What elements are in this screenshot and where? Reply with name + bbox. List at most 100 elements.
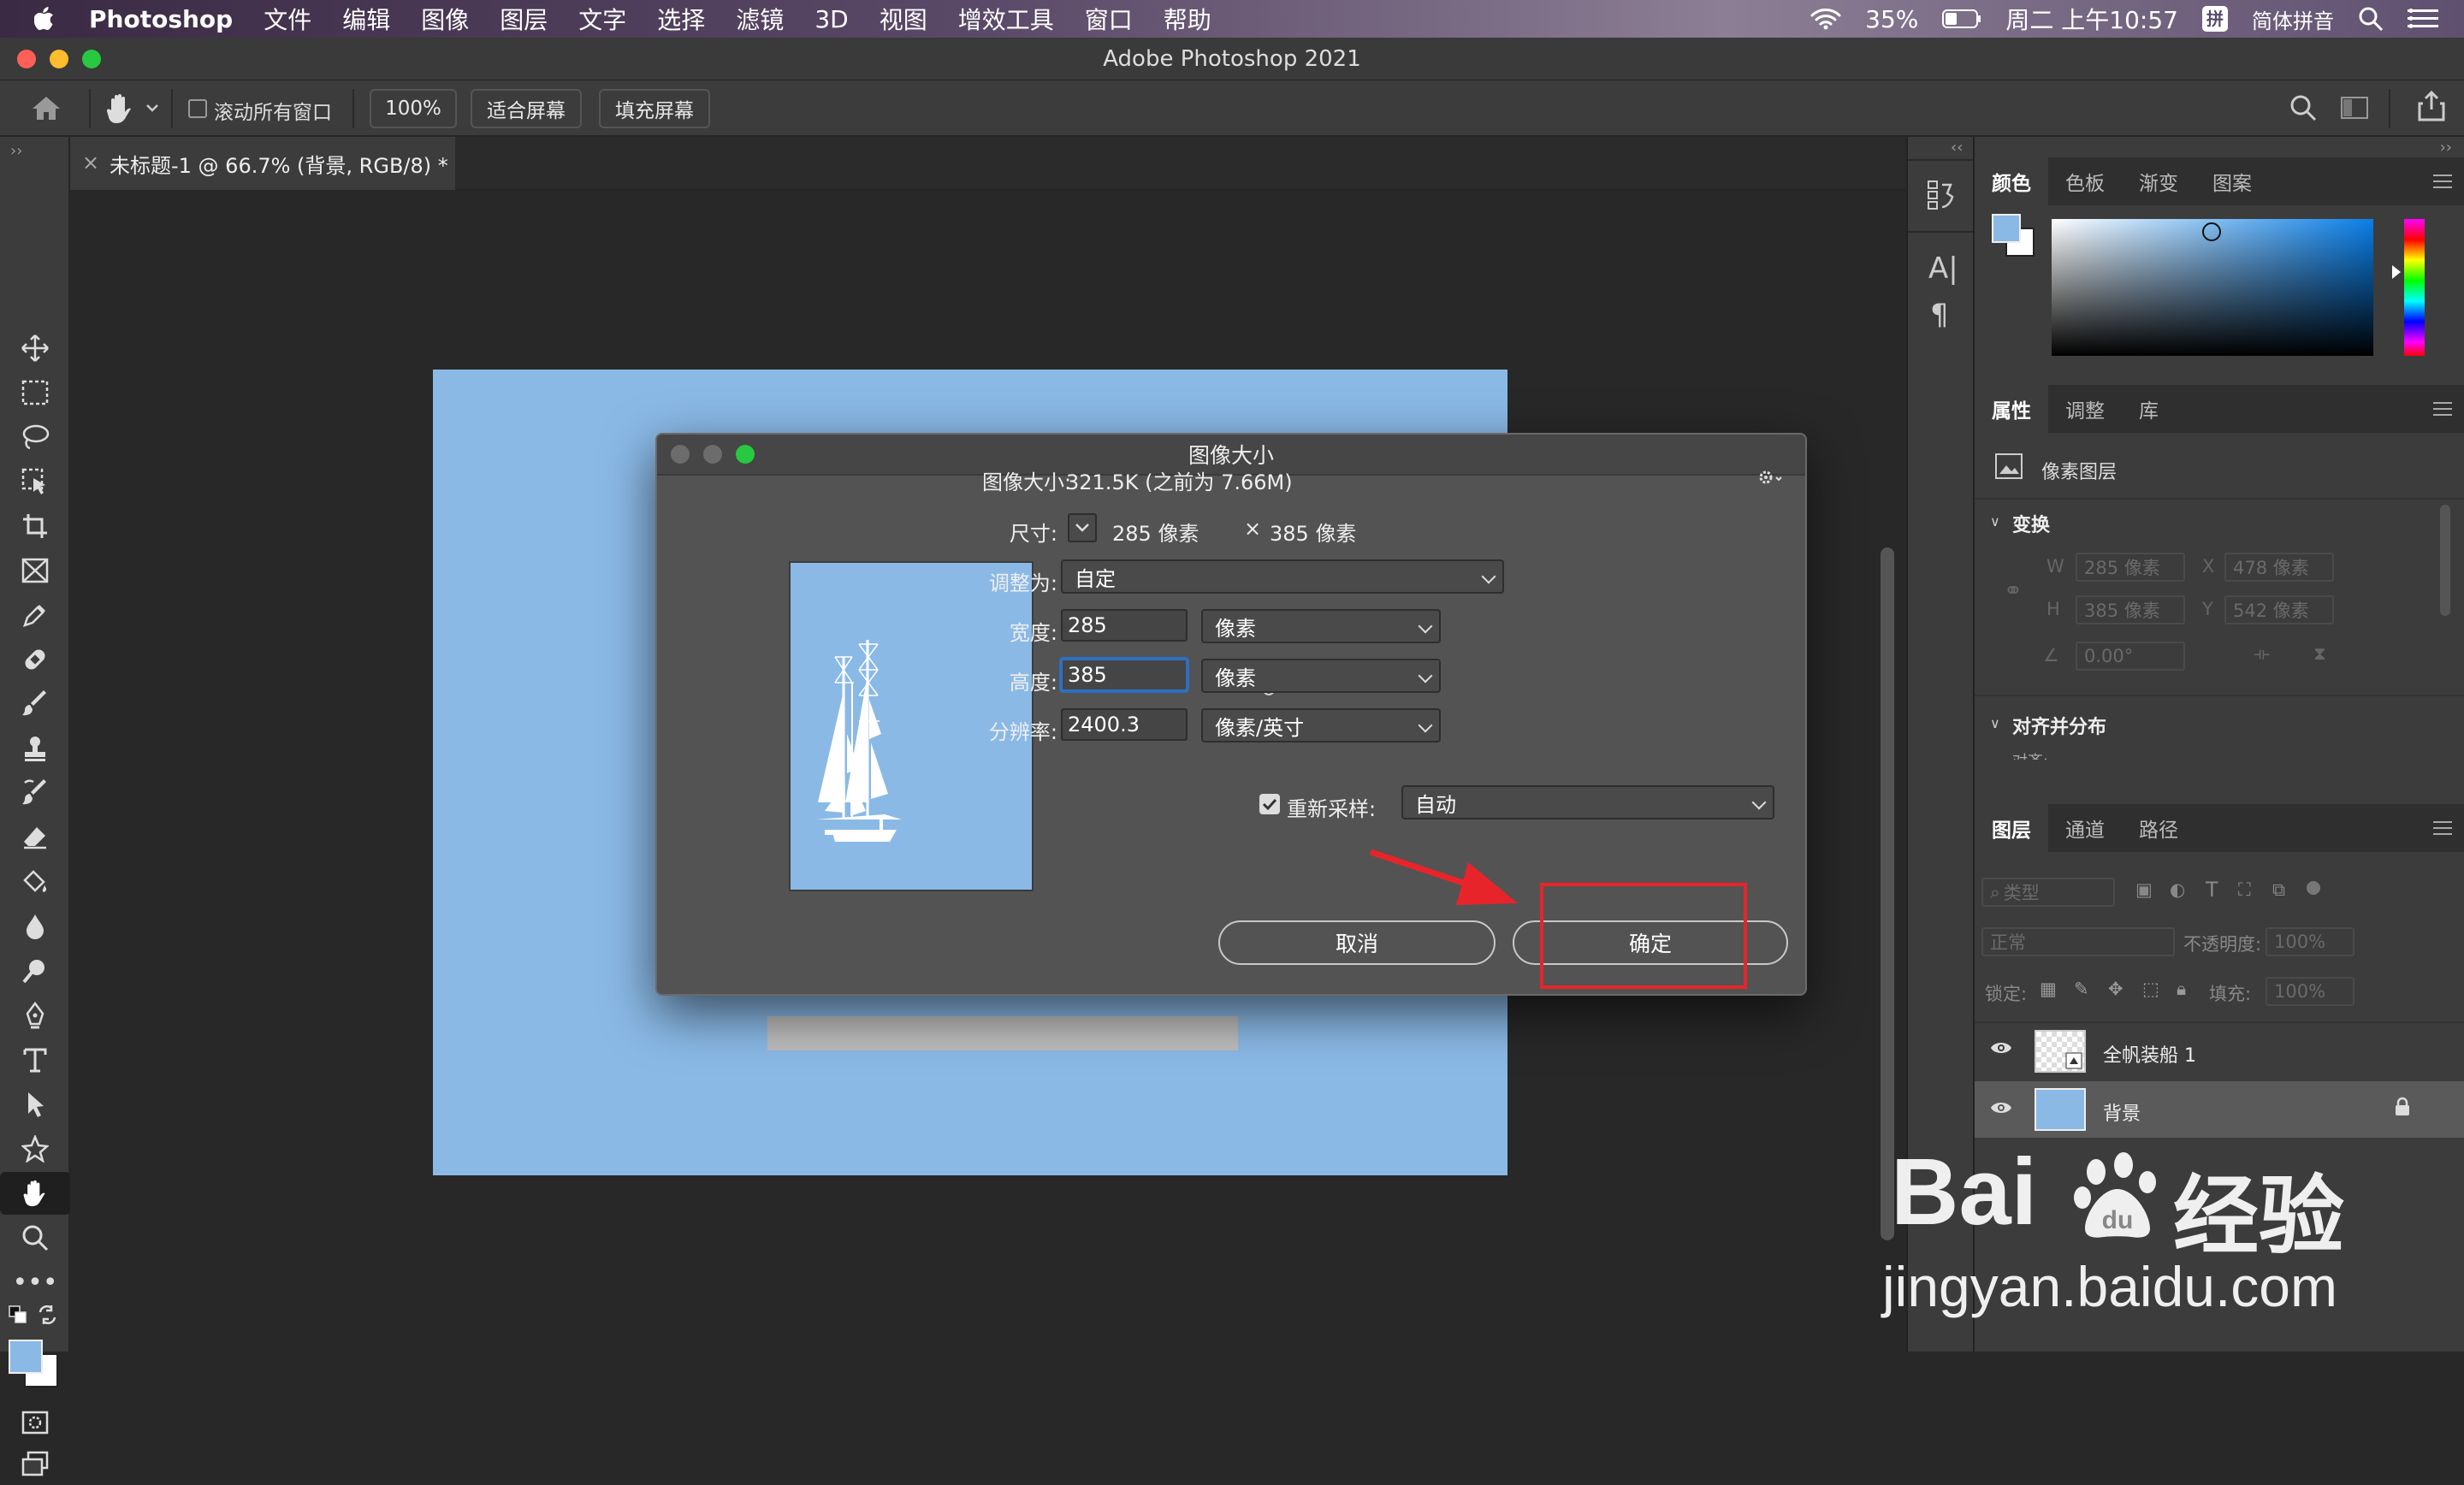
- lock-position-icon[interactable]: ✥: [2108, 979, 2123, 999]
- color-picker-field[interactable]: [2052, 219, 2373, 356]
- menu-layer[interactable]: 图层: [500, 2, 548, 36]
- document-tab[interactable]: × 未标题-1 @ 66.7% (背景, RGB/8) *: [70, 137, 455, 190]
- resample-checkbox[interactable]: [1259, 794, 1280, 814]
- input-method-label[interactable]: 简体拼音: [2252, 4, 2334, 34]
- color-picker-marker[interactable]: [2202, 222, 2221, 241]
- layer-name[interactable]: 背景: [2103, 1098, 2141, 1126]
- width-unit-dropdown[interactable]: 像素: [1201, 609, 1441, 643]
- type-tool-icon[interactable]: [0, 1038, 70, 1081]
- workspace-icon[interactable]: [2341, 96, 2368, 120]
- settings-gear-icon[interactable]: [1757, 469, 1783, 488]
- menu-select[interactable]: 选择: [657, 2, 705, 36]
- vertical-scrollbar[interactable]: [1881, 547, 1894, 1240]
- cancel-button[interactable]: 取消: [1218, 920, 1496, 965]
- transform-section-title[interactable]: 变换: [2012, 510, 2050, 537]
- filter-smart-object-icon[interactable]: ⧉: [2272, 879, 2285, 901]
- layers-panel-menu-icon[interactable]: [2433, 821, 2452, 835]
- move-tool-icon[interactable]: [0, 327, 70, 370]
- visibility-eye-icon[interactable]: [1990, 1040, 2012, 1056]
- fit-to-dropdown[interactable]: 自定: [1061, 559, 1504, 594]
- healing-brush-tool-icon[interactable]: [0, 638, 70, 681]
- zoom-window-button[interactable]: [82, 50, 101, 68]
- hand-tool-active-icon[interactable]: [0, 1172, 70, 1215]
- layer-name[interactable]: 全帆装船 1: [2103, 1040, 2196, 1068]
- history-panel-icon[interactable]: [1927, 178, 1956, 212]
- zoom-100-button[interactable]: 100%: [370, 89, 457, 128]
- control-center-icon[interactable]: [2408, 7, 2438, 31]
- fill-screen-button[interactable]: 填充屏幕: [599, 89, 710, 128]
- home-icon[interactable]: [31, 94, 62, 121]
- lock-artboard-icon[interactable]: ⬚: [2142, 979, 2159, 999]
- lasso-tool-icon[interactable]: [0, 416, 70, 459]
- panel-foreground-swatch[interactable]: [1992, 214, 2021, 243]
- share-icon[interactable]: [2418, 91, 2445, 121]
- tab-layers[interactable]: 图层: [1975, 804, 2048, 852]
- dodge-tool-icon[interactable]: [0, 950, 70, 992]
- shape-tool-icon[interactable]: [0, 1127, 70, 1170]
- flip-vertical-icon[interactable]: ⧗: [2313, 643, 2326, 665]
- paragraph-panel-icon[interactable]: ¶: [1930, 298, 1949, 332]
- eraser-tool-icon[interactable]: [0, 816, 70, 859]
- tab-paths[interactable]: 路径: [2122, 804, 2195, 852]
- close-window-button[interactable]: [17, 50, 36, 68]
- lock-all-icon[interactable]: 🔒︎: [2177, 979, 2186, 1000]
- screen-mode-icon[interactable]: [0, 1442, 70, 1485]
- flip-horizontal-icon[interactable]: ⟛: [2254, 643, 2270, 665]
- scroll-all-windows-checkbox[interactable]: [188, 99, 207, 118]
- properties-panel-menu-icon[interactable]: [2433, 402, 2452, 416]
- lock-transparent-icon[interactable]: ▦: [2040, 979, 2057, 999]
- menu-image[interactable]: 图像: [421, 2, 469, 36]
- menu-file[interactable]: 文件: [264, 2, 311, 36]
- menu-type[interactable]: 文字: [578, 2, 626, 36]
- blend-mode-dropdown[interactable]: 正常: [1981, 927, 2175, 956]
- w-input[interactable]: 285 像素: [2076, 553, 2185, 582]
- tab-patterns[interactable]: 图案: [2195, 157, 2269, 205]
- tab-swatches[interactable]: 色板: [2048, 157, 2122, 205]
- width-input[interactable]: 285: [1061, 609, 1188, 642]
- layer-filter-kind-dropdown[interactable]: ⌕ 类型: [1981, 878, 2115, 907]
- tab-color[interactable]: 颜色: [1975, 157, 2048, 205]
- dialog-minimize-button[interactable]: [703, 445, 722, 464]
- tab-channels[interactable]: 通道: [2048, 804, 2122, 852]
- link-dimensions-icon[interactable]: ⚭: [2004, 578, 2023, 604]
- filter-adjustment-icon[interactable]: ◐: [2170, 879, 2185, 900]
- tab-gradients[interactable]: 渐变: [2122, 157, 2195, 205]
- hand-tool-icon[interactable]: [104, 92, 135, 125]
- search-icon[interactable]: [2289, 94, 2317, 121]
- y-input[interactable]: 542 像素: [2224, 595, 2334, 624]
- hue-slider-handle[interactable]: [2392, 265, 2401, 279]
- character-panel-icon[interactable]: A|: [1928, 251, 1958, 286]
- opacity-input[interactable]: 100%: [2266, 927, 2354, 956]
- input-method-icon[interactable]: 拼: [2202, 6, 2228, 32]
- tab-properties[interactable]: 属性: [1975, 385, 2048, 433]
- fit-screen-button[interactable]: 适合屏幕: [471, 89, 582, 128]
- brush-tool-icon[interactable]: [0, 683, 70, 725]
- battery-icon[interactable]: [1942, 9, 1981, 29]
- more-tools-icon[interactable]: •••: [0, 1261, 70, 1304]
- foreground-color-swatch[interactable]: [9, 1340, 43, 1374]
- menu-3d[interactable]: 3D: [814, 5, 848, 33]
- height-input[interactable]: 385: [1061, 659, 1188, 691]
- layer-row-selected[interactable]: 背景: [1975, 1081, 2464, 1138]
- resolution-input[interactable]: 2400.3: [1061, 708, 1188, 741]
- tab-adjustments[interactable]: 调整: [2048, 385, 2122, 433]
- x-input[interactable]: 478 像素: [2224, 553, 2334, 582]
- menu-view[interactable]: 视图: [880, 2, 927, 36]
- chevron-down-icon[interactable]: [145, 103, 159, 113]
- menu-window[interactable]: 窗口: [1085, 2, 1133, 36]
- path-selection-tool-icon[interactable]: [0, 1083, 70, 1126]
- chevron-down-icon[interactable]: ∨: [1990, 513, 2000, 530]
- visibility-eye-icon[interactable]: [1990, 1100, 2012, 1115]
- align-section-title[interactable]: 对齐并分布: [2012, 712, 2106, 739]
- crop-tool-icon[interactable]: [0, 505, 70, 547]
- blur-tool-icon[interactable]: [0, 905, 70, 948]
- spotlight-icon[interactable]: [2358, 6, 2384, 32]
- eyedropper-tool-icon[interactable]: [0, 594, 70, 636]
- history-brush-tool-icon[interactable]: [0, 772, 70, 814]
- angle-input[interactable]: 0.00°: [2076, 642, 2185, 671]
- expand-panel-icon[interactable]: ››: [10, 142, 22, 160]
- marquee-tool-icon[interactable]: [0, 371, 70, 414]
- dimensions-unit-dropdown[interactable]: [1068, 513, 1097, 542]
- zoom-tool-icon[interactable]: [0, 1216, 70, 1259]
- dialog-zoom-button[interactable]: [736, 445, 755, 464]
